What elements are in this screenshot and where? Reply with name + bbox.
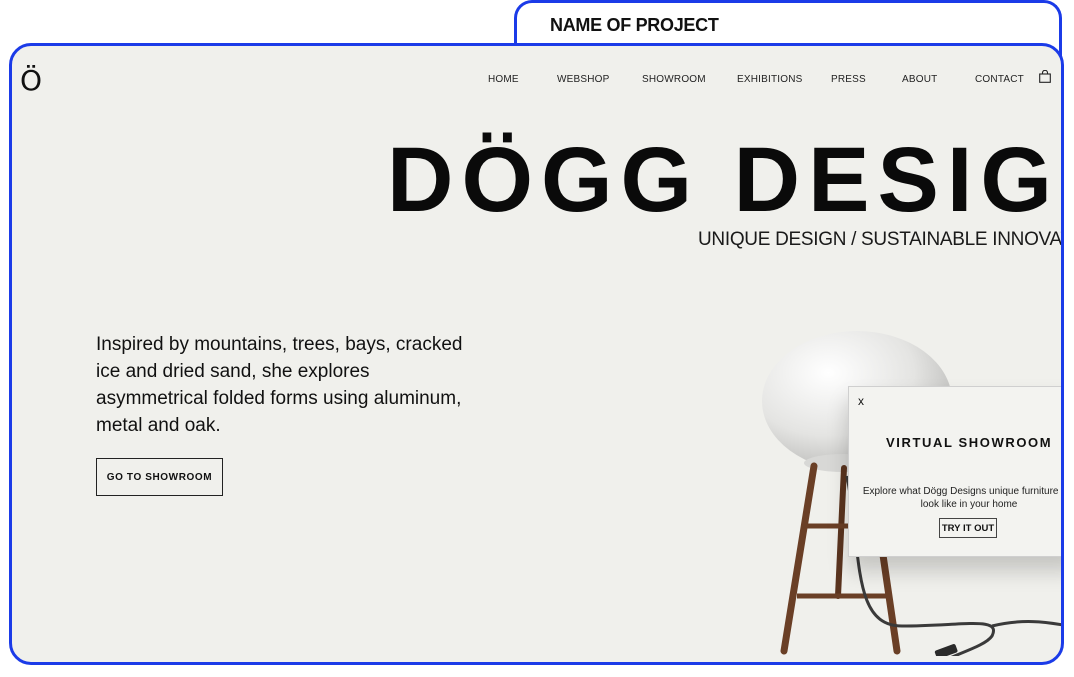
nav-press[interactable]: PRESS xyxy=(831,74,866,85)
nav-exhibitions[interactable]: EXHIBITIONS xyxy=(737,74,803,85)
go-to-showroom-button[interactable]: GO TO SHOWROOM xyxy=(96,458,223,496)
virtual-showroom-popup: x VIRTUAL SHOWROOM Explore what Dögg Des… xyxy=(848,386,1064,557)
main-nav: HOME WEBSHOP SHOWROOM EXHIBITIONS PRESS … xyxy=(12,74,1061,94)
nav-contact[interactable]: CONTACT xyxy=(975,74,1024,85)
shopping-bag-icon[interactable] xyxy=(1039,70,1051,83)
close-icon[interactable]: x xyxy=(858,394,864,408)
nav-webshop[interactable]: WEBSHOP xyxy=(557,74,610,85)
nav-about[interactable]: ABOUT xyxy=(902,74,937,85)
hero-title: DÖGG DESIGN xyxy=(387,129,1064,231)
try-it-out-button[interactable]: TRY IT OUT xyxy=(939,518,997,538)
nav-showroom[interactable]: SHOWROOM xyxy=(642,74,706,85)
popup-description: Explore what Dögg Designs unique furnitu… xyxy=(862,486,1064,510)
website-preview-frame: Ö HOME WEBSHOP SHOWROOM EXHIBITIONS PRES… xyxy=(9,43,1064,665)
hero-tagline: UNIQUE DESIGN / SUSTAINABLE INNOVATI xyxy=(698,229,1064,250)
project-title: NAME OF PROJECT xyxy=(550,15,719,35)
popup-title: VIRTUAL SHOWROOM xyxy=(886,435,1053,450)
intro-text: Inspired by mountains, trees, bays, crac… xyxy=(96,334,463,436)
nav-home[interactable]: HOME xyxy=(488,74,519,85)
